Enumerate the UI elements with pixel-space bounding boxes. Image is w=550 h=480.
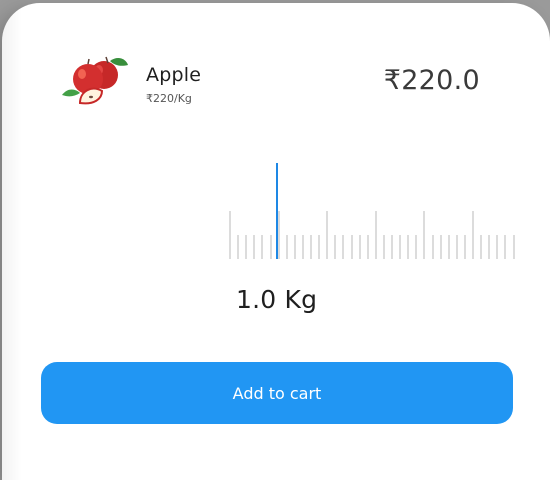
ruler-minor-tick xyxy=(391,235,393,259)
weight-ruler-slider[interactable] xyxy=(224,153,524,263)
ruler-major-tick xyxy=(472,211,474,259)
ruler-minor-tick xyxy=(455,235,458,259)
ruler-minor-tick xyxy=(350,235,353,259)
ruler-major-tick xyxy=(423,211,426,259)
ruler-minor-tick xyxy=(253,235,256,259)
apple-image xyxy=(62,56,128,105)
ruler-minor-tick xyxy=(301,235,304,259)
ruler-minor-tick xyxy=(504,235,507,259)
ruler-minor-tick xyxy=(310,235,312,259)
selected-weight: 1.0 Kg xyxy=(236,285,318,314)
ruler-minor-tick xyxy=(399,235,402,259)
screen: Apple ₹220/Kg ₹220.0 1.0 Kg Add to cart xyxy=(0,0,550,480)
ruler-minor-tick xyxy=(512,235,515,259)
ruler-minor-tick xyxy=(439,235,442,259)
ruler-minor-tick xyxy=(293,235,296,259)
ruler-minor-tick xyxy=(334,235,337,259)
ruler-minor-tick xyxy=(480,235,483,259)
ruler-minor-tick xyxy=(447,235,450,259)
ruler-minor-tick xyxy=(318,235,321,259)
ruler-minor-tick xyxy=(285,235,288,259)
ruler-minor-tick xyxy=(245,235,248,259)
ruler-minor-tick xyxy=(463,235,466,259)
ruler-minor-tick xyxy=(358,235,361,259)
ruler-minor-tick xyxy=(261,235,264,259)
ruler-minor-tick xyxy=(237,235,240,259)
ruler-minor-tick xyxy=(407,235,410,259)
ruler-minor-tick xyxy=(382,235,385,259)
ruler-minor-tick xyxy=(431,235,434,259)
total-price: ₹220.0 xyxy=(383,65,480,96)
product-name: Apple xyxy=(146,64,202,86)
ruler-minor-tick xyxy=(269,235,272,259)
add-to-cart-button[interactable]: Add to cart xyxy=(41,362,513,424)
ruler-major-tick xyxy=(229,211,231,259)
bottom-sheet: Apple ₹220/Kg ₹220.0 1.0 Kg Add to cart xyxy=(2,3,550,480)
ruler-minor-tick xyxy=(488,235,491,259)
ruler-minor-tick xyxy=(415,235,418,259)
product-row: Apple ₹220/Kg ₹220.0 xyxy=(58,55,488,111)
ruler-minor-tick xyxy=(342,235,345,259)
ruler-minor-tick xyxy=(496,235,499,259)
ruler-major-tick xyxy=(374,211,377,259)
ruler-major-tick xyxy=(326,211,329,259)
weight-indicator xyxy=(276,163,278,259)
ruler-minor-tick xyxy=(366,235,369,259)
unit-price: ₹220/Kg xyxy=(146,92,192,105)
